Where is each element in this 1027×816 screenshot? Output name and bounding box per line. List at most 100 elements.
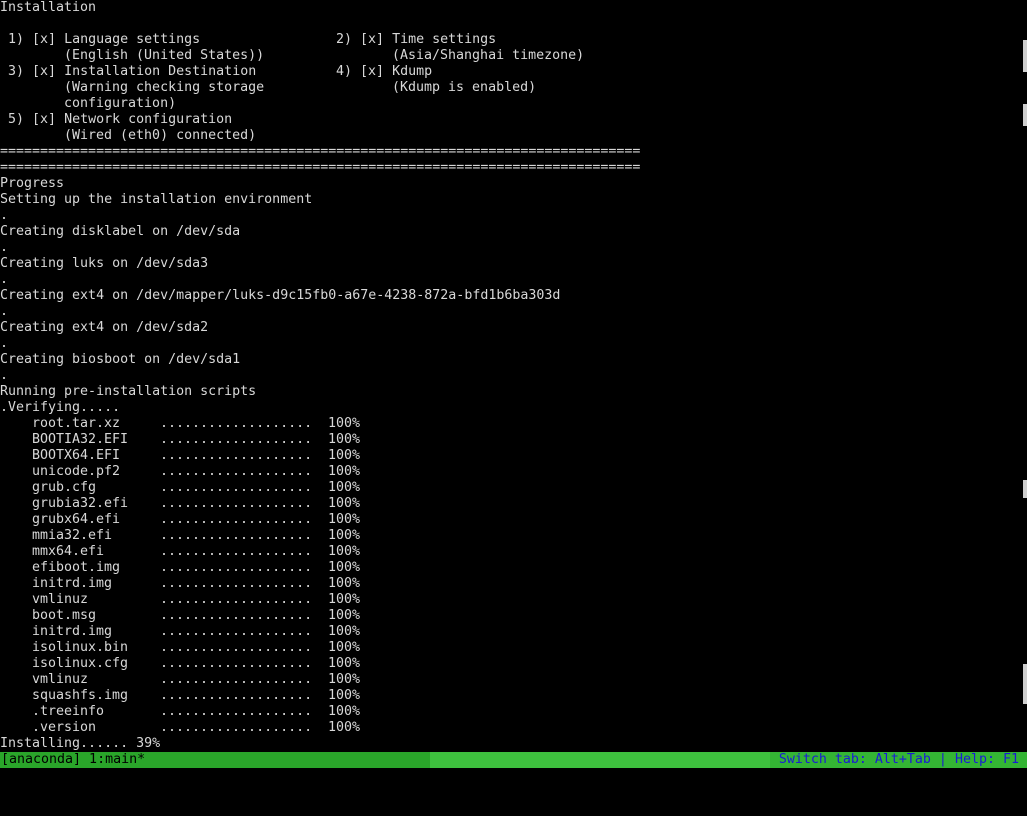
scroll-mark xyxy=(1023,40,1027,72)
verify-file-row: .treeinfo................... 100% xyxy=(0,704,400,720)
file-name: grubia32.efi xyxy=(32,496,129,511)
file-name: mmia32.efi xyxy=(32,528,113,543)
file-dots: ................... xyxy=(160,720,313,735)
file-percent: 100% xyxy=(328,432,361,447)
file-name: initrd.img xyxy=(32,624,113,639)
file-name: grubx64.efi xyxy=(32,512,121,527)
progress-step: .Verifying..... xyxy=(0,400,121,415)
verify-file-row: isolinux.cfg................... 100% xyxy=(0,656,400,672)
file-percent: 100% xyxy=(328,672,361,687)
spoke-time-settings: 2) [x] Time settings xyxy=(336,32,497,47)
session-indicator[interactable]: [anaconda] 1:main* xyxy=(0,752,431,768)
progress-step: . xyxy=(0,272,9,287)
verify-file-row: unicode.pf2................... 100% xyxy=(0,464,400,480)
scroll-mark xyxy=(1023,480,1027,498)
progress-step: Creating ext4 on /dev/sda2 xyxy=(0,320,209,335)
spoke-time-detail: (Asia/Shanghai timezone) xyxy=(392,48,585,63)
verify-file-row: root.tar.xz................... 100% xyxy=(0,416,400,432)
file-percent: 100% xyxy=(328,720,361,735)
file-name: .version xyxy=(32,720,97,735)
file-dots: ................... xyxy=(160,528,313,543)
verify-file-row: BOOTX64.EFI................... 100% xyxy=(0,448,400,464)
file-dots: ................... xyxy=(160,416,313,431)
progress-step: . xyxy=(0,336,9,351)
scroll-mark xyxy=(1023,664,1027,704)
verify-file-row: grub.cfg................... 100% xyxy=(0,480,400,496)
progress-step: Creating biosboot on /dev/sda1 xyxy=(0,352,241,367)
verify-file-row: vmlinuz................... 100% xyxy=(0,592,400,608)
file-name: unicode.pf2 xyxy=(32,464,121,479)
file-dots: ................... xyxy=(160,512,313,527)
tmux-status-bar: [anaconda] 1:main* Switch tab: Alt+Tab |… xyxy=(0,752,1027,768)
file-percent: 100% xyxy=(328,496,361,511)
file-dots: ................... xyxy=(160,624,313,639)
file-percent: 100% xyxy=(328,576,361,591)
file-dots: ................... xyxy=(160,656,313,671)
help-hint: Switch tab: Alt+Tab | Help: F1 xyxy=(770,752,1027,768)
file-percent: 100% xyxy=(328,512,361,527)
file-name: mmx64.efi xyxy=(32,544,105,559)
file-name: vmlinuz xyxy=(32,672,89,687)
progress-step: Setting up the installation environment xyxy=(0,192,313,207)
scrollbar[interactable] xyxy=(1023,0,1027,752)
file-name: BOOTIA32.EFI xyxy=(32,432,129,447)
status-bar-spacer xyxy=(430,752,770,768)
verify-file-row: grubia32.efi................... 100% xyxy=(0,496,400,512)
file-percent: 100% xyxy=(328,528,361,543)
file-dots: ................... xyxy=(160,544,313,559)
verify-file-row: vmlinuz................... 100% xyxy=(0,672,400,688)
spoke-destination-detail: (Warning checking storage xyxy=(64,80,265,95)
file-name: .treeinfo xyxy=(32,704,105,719)
separator-line: ========================================… xyxy=(0,144,641,159)
progress-step: . xyxy=(0,304,9,319)
verify-file-row: squashfs.img................... 100% xyxy=(0,688,400,704)
file-percent: 100% xyxy=(328,608,361,623)
file-percent: 100% xyxy=(328,704,361,719)
installing-progress: Installing...... 39% xyxy=(0,736,161,751)
verify-file-row: mmx64.efi................... 100% xyxy=(0,544,400,560)
page-title: Installation xyxy=(0,0,97,15)
progress-step: Creating ext4 on /dev/mapper/luks-d9c15f… xyxy=(0,288,561,303)
progress-step: Creating disklabel on /dev/sda xyxy=(0,224,241,239)
file-dots: ................... xyxy=(160,448,313,463)
file-percent: 100% xyxy=(328,624,361,639)
file-percent: 100% xyxy=(328,688,361,703)
file-name: initrd.img xyxy=(32,576,113,591)
file-name: root.tar.xz xyxy=(32,416,121,431)
file-name: isolinux.cfg xyxy=(32,656,129,671)
file-dots: ................... xyxy=(160,480,313,495)
spoke-installation-destination: 3) [x] Installation Destination xyxy=(8,64,257,79)
verify-file-row: isolinux.bin................... 100% xyxy=(0,640,400,656)
file-dots: ................... xyxy=(160,640,313,655)
file-name: squashfs.img xyxy=(32,688,129,703)
spoke-destination-detail-2: configuration) xyxy=(64,96,177,111)
spoke-network-detail: (Wired (eth0) connected) xyxy=(64,128,257,143)
spoke-language-settings: 1) [x] Language settings xyxy=(8,32,201,47)
verify-file-row: boot.msg................... 100% xyxy=(0,608,400,624)
progress-step: Creating luks on /dev/sda3 xyxy=(0,256,209,271)
file-name: boot.msg xyxy=(32,608,97,623)
file-dots: ................... xyxy=(160,496,313,511)
spoke-network-configuration: 5) [x] Network configuration xyxy=(8,112,233,127)
file-dots: ................... xyxy=(160,560,313,575)
spoke-kdump-detail: (Kdump is enabled) xyxy=(392,80,537,95)
file-percent: 100% xyxy=(328,640,361,655)
scroll-mark xyxy=(1023,104,1027,126)
file-percent: 100% xyxy=(328,560,361,575)
verify-file-row: efiboot.img................... 100% xyxy=(0,560,400,576)
progress-step: . xyxy=(0,368,9,383)
file-percent: 100% xyxy=(328,592,361,607)
file-percent: 100% xyxy=(328,464,361,479)
file-name: BOOTX64.EFI xyxy=(32,448,121,463)
file-dots: ................... xyxy=(160,432,313,447)
spoke-kdump: 4) [x] Kdump xyxy=(336,64,433,79)
verify-file-row: initrd.img................... 100% xyxy=(0,624,400,640)
progress-step: Running pre-installation scripts xyxy=(0,384,257,399)
file-percent: 100% xyxy=(328,448,361,463)
progress-heading: Progress xyxy=(0,176,65,191)
verify-file-row: BOOTIA32.EFI................... 100% xyxy=(0,432,400,448)
file-dots: ................... xyxy=(160,464,313,479)
terminal-screen[interactable]: Installation 1) [x] Language settings (E… xyxy=(0,0,1027,752)
file-dots: ................... xyxy=(160,672,313,687)
file-name: vmlinuz xyxy=(32,592,89,607)
